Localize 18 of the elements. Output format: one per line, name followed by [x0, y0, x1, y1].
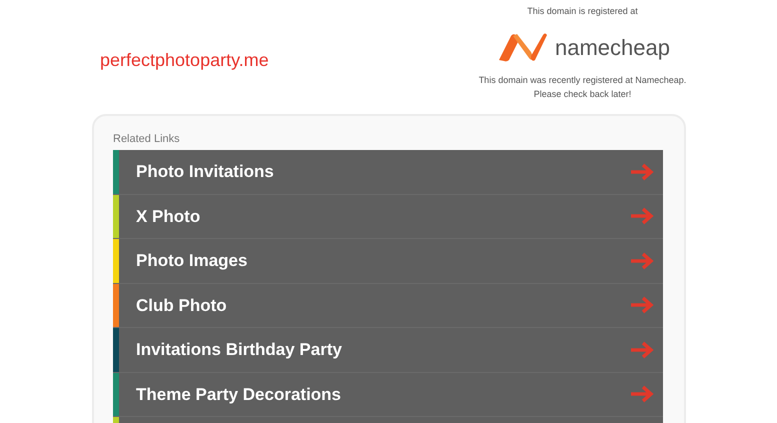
related-link[interactable]: Invitations Birthday Party	[113, 328, 663, 372]
logo-text: namecheap	[555, 34, 670, 62]
arrow-icon	[630, 162, 654, 181]
registered-message: This domain was recently registered at Namecheap.	[478, 74, 686, 87]
arrow-icon	[630, 340, 654, 359]
arrow-icon	[630, 252, 654, 270]
related-link[interactable]: Photo Invitations	[113, 150, 663, 194]
related-link[interactable]: Photo Images	[113, 239, 663, 284]
check-back-message: Please check back later!	[534, 88, 632, 101]
domain-name: perfectphotoparty.me	[100, 50, 269, 70]
arrow-icon	[630, 385, 654, 404]
arrow-icon	[630, 207, 654, 226]
arrow-icon	[630, 296, 654, 314]
related-link[interactable]: Theme Party Decorations	[113, 372, 663, 417]
related-links-title: Related Links	[113, 132, 181, 147]
registered-text: This domain is registered at	[527, 5, 638, 18]
related-link[interactable]: Club Photo	[113, 284, 663, 328]
related-link[interactable]: X Photo	[113, 194, 663, 239]
